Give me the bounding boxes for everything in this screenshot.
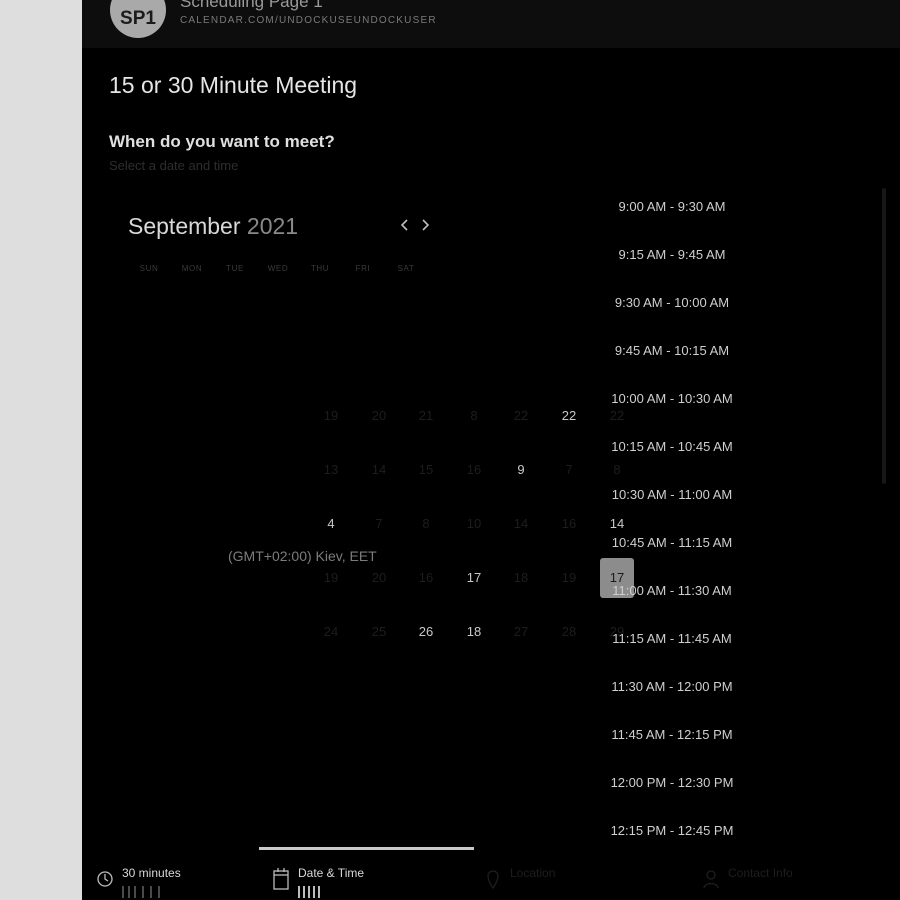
weekday-label: SUN (139, 264, 159, 273)
step-bar (122, 886, 160, 898)
calendar-month-label: September 2021 (128, 213, 298, 240)
time-slot[interactable]: 11:00 AM - 11:30 AM (582, 572, 762, 620)
weekday-label: FRI (355, 264, 371, 273)
calendar-day: 27 (513, 624, 529, 639)
time-slot[interactable]: 11:15 AM - 11:45 AM (582, 620, 762, 668)
time-slot[interactable]: 11:30 AM - 12:00 PM (582, 668, 762, 716)
calendar-day[interactable]: 18 (457, 612, 491, 652)
step-date-time: Date & Time (272, 860, 442, 900)
calendar-day[interactable]: 4 (314, 504, 348, 544)
time-slot[interactable]: 11:45 AM - 12:15 PM (582, 716, 762, 764)
time-slot[interactable]: 12:15 PM - 12:45 PM (582, 812, 762, 860)
step-label: Location (510, 866, 556, 880)
page-header: SP1 Scheduling Page 1 CALENDAR.COM/UNDOC… (82, 0, 900, 48)
calendar-day: 7 (565, 462, 573, 477)
time-slot[interactable]: 10:00 AM - 10:30 AM (582, 380, 762, 428)
step-label: Date & Time (298, 866, 365, 880)
time-slot[interactable]: 12:00 PM - 12:30 PM (582, 764, 762, 812)
calendar-day: 8 (422, 516, 430, 531)
time-slot[interactable]: 10:15 AM - 10:45 AM (582, 428, 762, 476)
calendar-day: 14 (513, 516, 529, 531)
calendar-day: 13 (323, 462, 339, 477)
time-slot[interactable]: 10:45 AM - 11:15 AM (582, 524, 762, 572)
calendar-day: 10 (466, 516, 482, 531)
chevron-right-icon[interactable] (417, 214, 433, 238)
clock-icon (97, 871, 113, 887)
time-slot[interactable]: 9:30 AM - 10:00 AM (582, 284, 762, 332)
calendar-day: 16 (561, 516, 577, 531)
calendar-day: 14 (371, 462, 387, 477)
weekday-label: MON (181, 264, 203, 273)
timezone-label[interactable]: (GMT+02:00) Kiev, EET (228, 548, 377, 564)
step-location: Location (484, 860, 654, 900)
calendar-day[interactable]: 17 (457, 558, 491, 598)
calendar-day: 25 (371, 624, 387, 639)
calendar-day: 16 (466, 462, 482, 477)
location-icon (487, 870, 499, 890)
weekday-label: TUE (226, 264, 244, 273)
calendar-day: 20 (371, 570, 387, 585)
step-bar (298, 886, 320, 898)
avatar: SP1 (110, 0, 166, 38)
calendar-day: 19 (323, 408, 339, 423)
date-question: When do you want to meet? (109, 132, 335, 151)
calendar-day: 28 (561, 624, 577, 639)
calendar-day: 8 (470, 408, 478, 423)
calendar-day: 19 (323, 570, 339, 585)
page-url[interactable]: CALENDAR.COM/UNDOCKUSEUNDOCKUSER (180, 15, 437, 26)
left-gutter (0, 0, 82, 900)
chevron-left-icon[interactable] (397, 214, 413, 238)
time-slot[interactable]: 9:00 AM - 9:30 AM (582, 188, 762, 236)
page-name: Scheduling Page 1 (180, 0, 323, 11)
scheduling-panel: SP1 Scheduling Page 1 CALENDAR.COM/UNDOC… (82, 0, 900, 900)
calendar-day[interactable]: 22 (552, 396, 586, 436)
meeting-title: 15 or 30 Minute Meeting (109, 72, 358, 98)
step-progress-bar (259, 847, 474, 850)
time-list-scrollbar[interactable] (882, 188, 886, 484)
calendar-icon (273, 868, 289, 890)
calendar-day: 18 (513, 570, 529, 585)
calendar-day: 20 (371, 408, 387, 423)
step-label: 30 minutes (122, 866, 181, 880)
calendar-day: 15 (418, 462, 434, 477)
calendar-day: 24 (323, 624, 339, 639)
date-hint: Select a date and time (109, 158, 239, 173)
calendar-day[interactable]: 9 (504, 450, 538, 490)
time-slot[interactable]: 9:15 AM - 9:45 AM (582, 236, 762, 284)
calendar-day: 19 (561, 570, 577, 585)
time-slot[interactable]: 9:45 AM - 10:15 AM (582, 332, 762, 380)
weekday-label: SAT (397, 264, 415, 273)
calendar-day[interactable]: 26 (409, 612, 443, 652)
step-duration: 30 minutes (96, 860, 236, 900)
calendar-day: 22 (513, 408, 529, 423)
calendar-day: 16 (418, 570, 434, 585)
calendar-day: 7 (375, 516, 383, 531)
step-contact-info: Contact Info (702, 860, 872, 900)
weekday-label: THU (310, 264, 330, 273)
month-year: 2021 (246, 213, 299, 239)
calendar-day: 21 (418, 408, 434, 423)
weekday-label: WED (267, 264, 289, 273)
user-icon (703, 870, 719, 889)
month-name: September (128, 213, 241, 239)
step-label: Contact Info (728, 866, 793, 880)
time-slot[interactable]: 10:30 AM - 11:00 AM (582, 476, 762, 524)
